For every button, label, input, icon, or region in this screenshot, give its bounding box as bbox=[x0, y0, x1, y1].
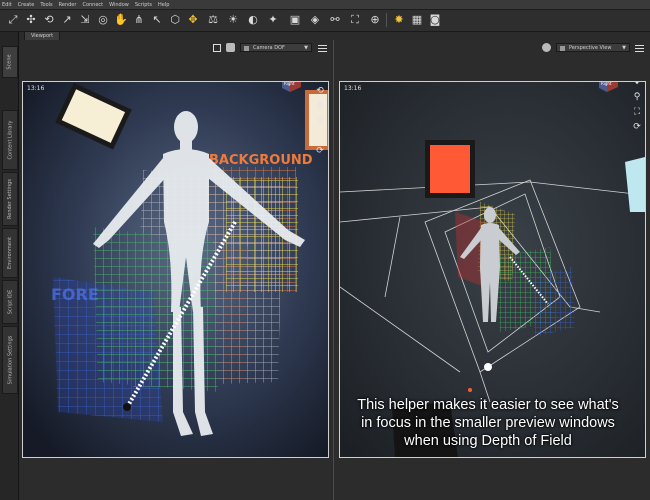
orbit-icon[interactable]: ⟲ bbox=[314, 84, 326, 99]
menu-tools[interactable]: Tools bbox=[38, 0, 56, 9]
right-camera-select[interactable]: Perspective View ▼ bbox=[556, 43, 630, 52]
draw-style-icon[interactable] bbox=[226, 43, 235, 52]
pan-icon[interactable]: ✥ bbox=[631, 82, 643, 90]
left-viewport-header: Camera DOF ▼ bbox=[19, 40, 332, 54]
viewport-time: 13:16 bbox=[27, 85, 45, 92]
viewport-time-right: 13:16 bbox=[344, 85, 362, 92]
menu-scripts[interactable]: Scripts bbox=[133, 0, 156, 9]
caption-line-1: This helper makes it easier to see what'… bbox=[357, 397, 619, 413]
aspect-frame-icon[interactable] bbox=[213, 44, 221, 52]
camera-small-icon bbox=[244, 46, 249, 51]
tab-render-settings[interactable]: Render Settings bbox=[2, 172, 18, 226]
morph-tool-icon[interactable]: ✥ bbox=[186, 13, 200, 27]
rotate-icon[interactable]: ⟲ bbox=[42, 13, 56, 27]
figure-icon[interactable]: ✦ bbox=[266, 13, 280, 27]
tutorial-caption: This helper makes it easier to see what'… bbox=[340, 396, 636, 450]
menu-window[interactable]: Window bbox=[107, 0, 133, 9]
pan-icon[interactable]: ✥ bbox=[314, 99, 326, 114]
node-selection-icon[interactable]: ⤢ bbox=[6, 13, 20, 27]
caption-line-2: in focus in the smaller preview windows bbox=[361, 415, 615, 431]
render-icon[interactable]: ✸ bbox=[392, 13, 406, 27]
camera-position-marker bbox=[484, 363, 492, 371]
target-icon[interactable]: ⊕ bbox=[368, 13, 382, 27]
render-settings-icon[interactable]: ◈ bbox=[308, 13, 322, 27]
focus-helper-handle bbox=[123, 403, 131, 411]
left-nav-controls: ⟲ ✥ ⚲ ⛶ ⟳ bbox=[314, 84, 326, 159]
translate-icon[interactable]: ↗ bbox=[60, 13, 74, 27]
chevron-down-icon: ▼ bbox=[622, 45, 626, 51]
tab-environment[interactable]: Environment bbox=[2, 228, 18, 278]
right-nav-controls: ⟲ ✥ ⚲ ⛶ ⟳ bbox=[631, 82, 643, 135]
select-icon[interactable]: ⛶ bbox=[348, 13, 362, 27]
node-weight-icon[interactable]: ⚖ bbox=[206, 13, 220, 27]
menu-render[interactable]: Render bbox=[57, 0, 81, 9]
tool-settings-icon[interactable]: ▣ bbox=[288, 13, 302, 27]
toolbar-divider bbox=[386, 13, 387, 27]
tab-simulation-settings[interactable]: Simulation Settings bbox=[2, 326, 18, 394]
left-viewport-canvas[interactable]: BACKGROUND FORE 13:16 Right ⟲ ✥ ⚲ ⛶ ⟳ bbox=[22, 81, 329, 458]
foreground-label: FORE bbox=[51, 285, 99, 304]
zoom-icon[interactable]: ⚲ bbox=[631, 90, 643, 105]
background-label: BACKGROUND bbox=[209, 153, 313, 168]
geometry-editor-icon[interactable]: ⬡ bbox=[168, 13, 182, 27]
viewport-menu-icon-right[interactable] bbox=[635, 45, 644, 52]
tab-scene[interactable]: Scene bbox=[2, 46, 18, 78]
spot-render-icon[interactable]: ◎ bbox=[96, 13, 110, 27]
light-icon[interactable]: ☀ bbox=[226, 13, 240, 27]
reset-icon[interactable]: ⟳ bbox=[631, 120, 643, 135]
reset-icon[interactable]: ⟳ bbox=[314, 144, 326, 159]
viewport-menu-icon[interactable] bbox=[318, 45, 327, 52]
render-camera-icon[interactable]: ▦ bbox=[410, 13, 424, 27]
right-viewport-header: Perspective View ▼ bbox=[334, 40, 650, 54]
camera-small-icon bbox=[560, 46, 565, 51]
pose-tool-icon[interactable]: ✋ bbox=[114, 13, 128, 27]
joint-editor-icon[interactable]: ⋔ bbox=[132, 13, 146, 27]
view-cube[interactable]: Right bbox=[279, 82, 303, 94]
left-pane-tabs: Scene Content Library Render Settings En… bbox=[0, 32, 19, 500]
scale-icon[interactable]: ⇲ bbox=[78, 13, 92, 27]
scene-icon[interactable]: ◙ bbox=[428, 13, 442, 27]
tab-content-library[interactable]: Content Library bbox=[2, 110, 18, 170]
tab-script-ide[interactable]: Script IDE bbox=[2, 280, 18, 324]
frame-icon[interactable]: ⛶ bbox=[314, 129, 326, 144]
zoom-icon[interactable]: ⚲ bbox=[314, 114, 326, 129]
camera-icon[interactable]: ◐ bbox=[246, 13, 260, 27]
chevron-down-icon: ▼ bbox=[304, 45, 308, 51]
menu-edit[interactable]: Edit bbox=[0, 0, 16, 9]
dof-scene-render: BACKGROUND FORE bbox=[23, 82, 328, 457]
view-cube-right[interactable]: Right bbox=[596, 82, 620, 94]
surface-selection-icon[interactable]: ↖ bbox=[150, 13, 164, 27]
draw-style-icon-right[interactable] bbox=[542, 43, 551, 52]
menu-create[interactable]: Create bbox=[16, 0, 39, 9]
universal-tool-icon[interactable]: ✣ bbox=[24, 13, 38, 27]
left-camera-select[interactable]: Camera DOF ▼ bbox=[240, 43, 312, 52]
bones-icon[interactable]: ⚯ bbox=[328, 13, 342, 27]
menu-help[interactable]: Help bbox=[156, 0, 173, 9]
main-toolbar: ⤢ ✣ ⟲ ↗ ⇲ ◎ ✋ ⋔ ↖ ⬡ ✥ ⚖ ☀ ◐ ✦ ▣ ◈ ⚯ ⛶ ⊕ … bbox=[0, 10, 650, 32]
menu-connect[interactable]: Connect bbox=[80, 0, 107, 9]
left-viewport-pane: Camera DOF ▼ BACKGROUND FORE 13:16 Right… bbox=[19, 40, 332, 500]
frame-icon[interactable]: ⛶ bbox=[631, 105, 643, 120]
menu-bar: Edit Create Tools Render Connect Window … bbox=[0, 0, 650, 10]
caption-line-3: when using Depth of Field bbox=[404, 433, 572, 449]
